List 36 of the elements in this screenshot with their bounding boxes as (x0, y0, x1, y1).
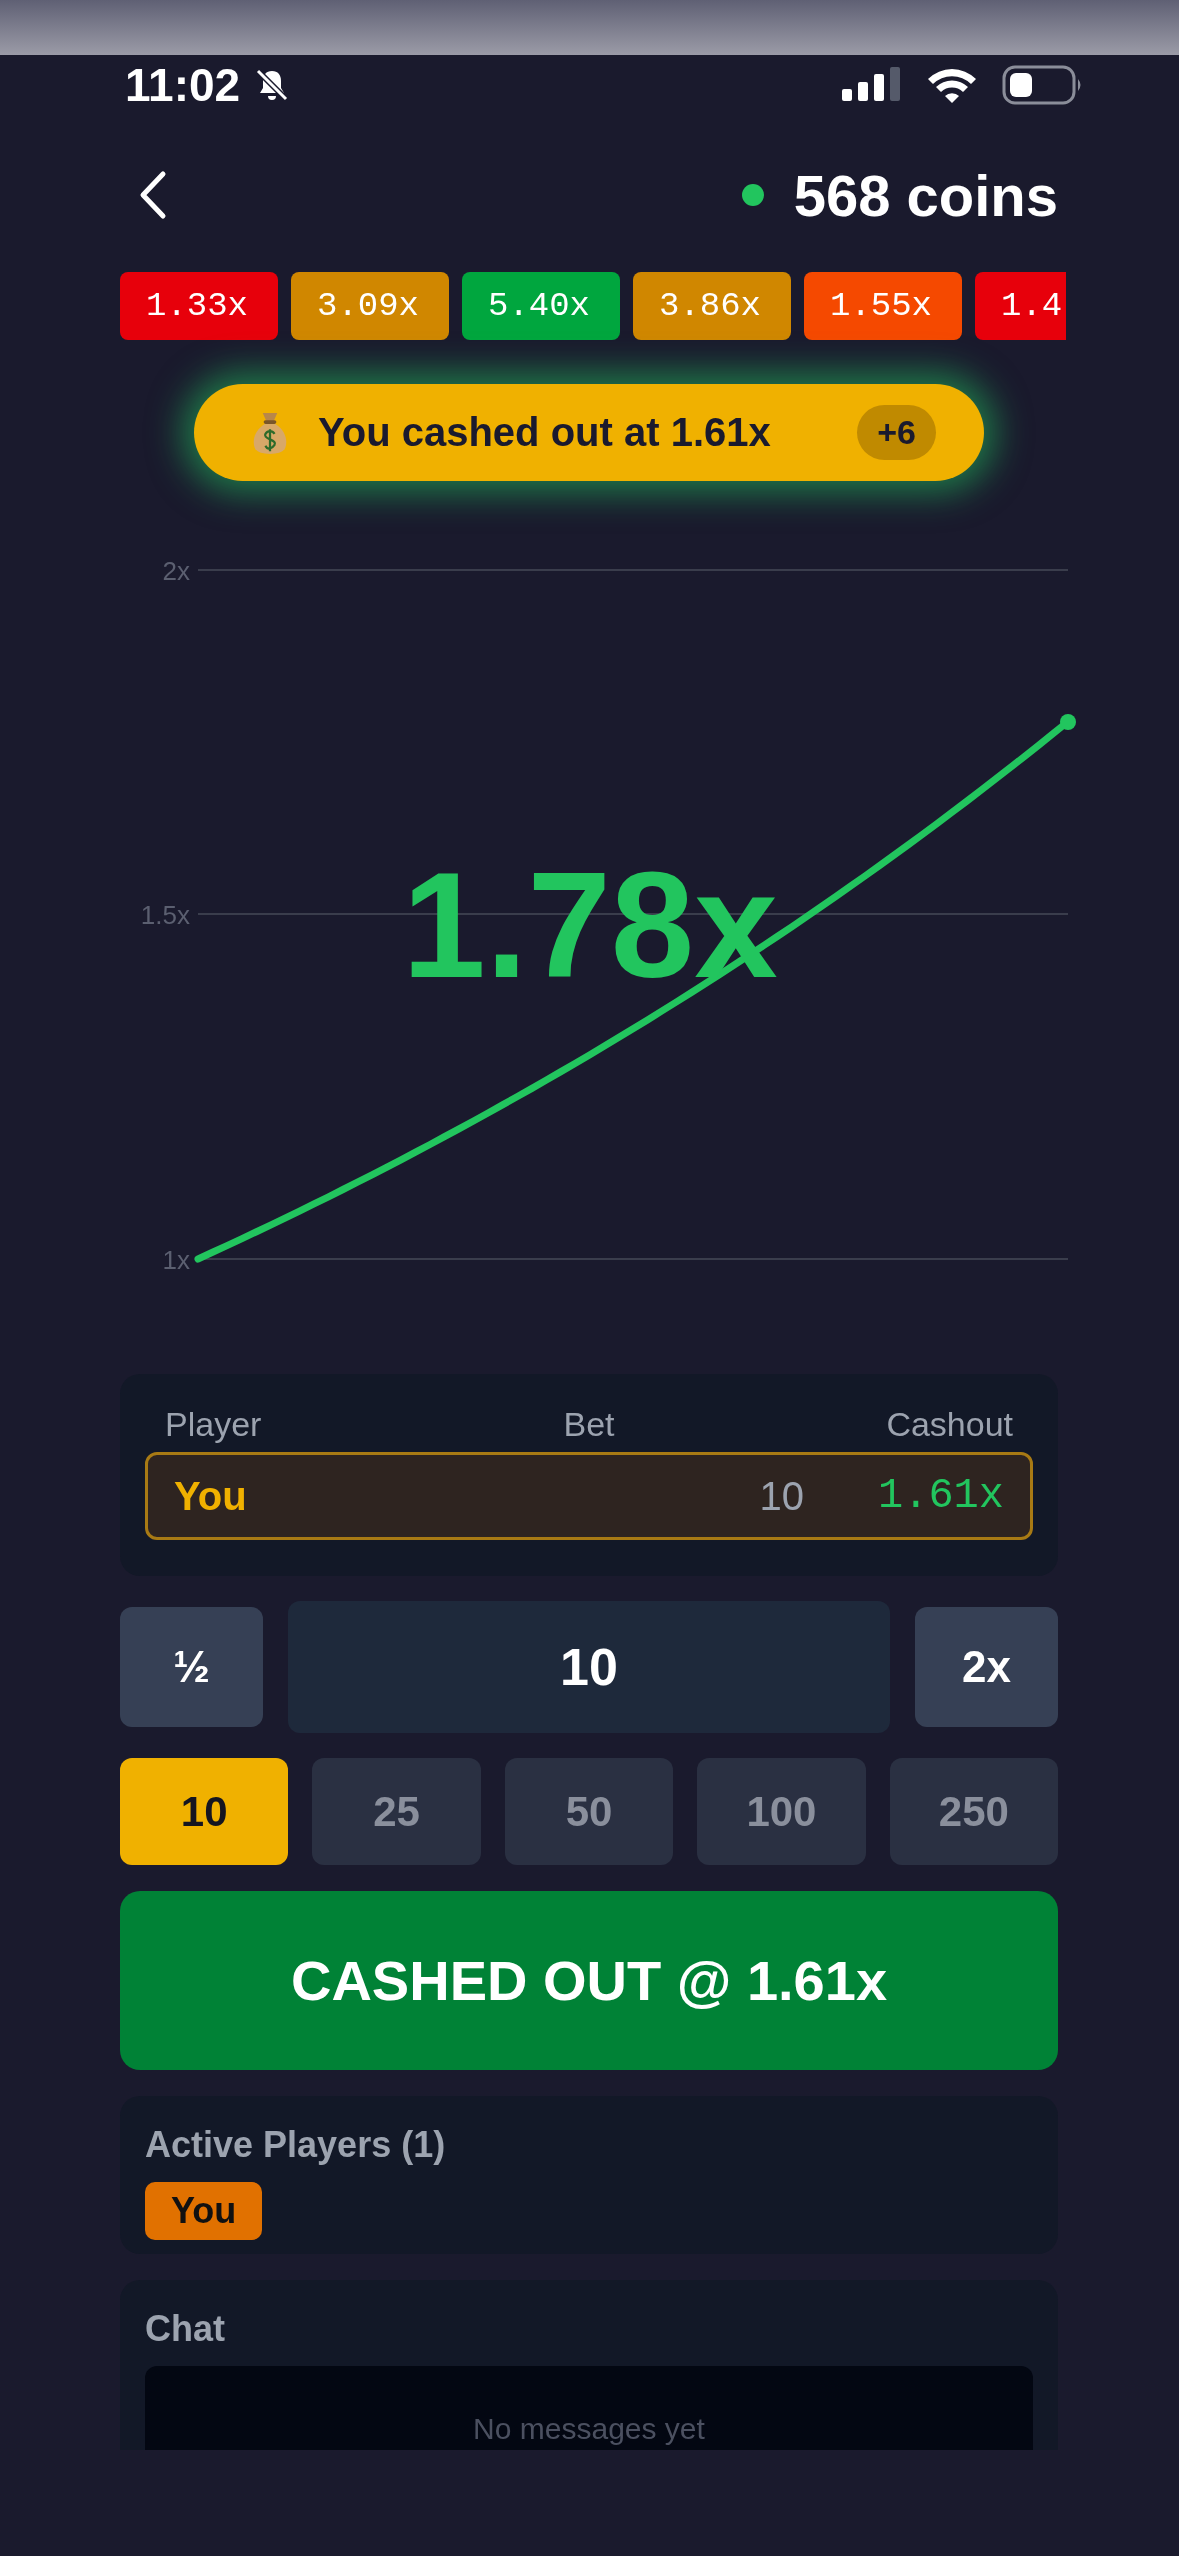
multiplier-chip: 3.09x (291, 272, 449, 340)
chat-title: Chat (145, 2308, 226, 2350)
quick-amount-button[interactable]: 250 (889, 1758, 1059, 1865)
status-time: 11:02 (125, 58, 241, 112)
multiplier-chip: 5.40x (462, 272, 620, 340)
player-name: You (174, 1473, 248, 1519)
column-header: Cashout (885, 1404, 1013, 1444)
empty-chat-message: No messages yet (473, 2412, 705, 2447)
toast-message: You cashed out at 1.61x (318, 410, 772, 455)
column-header: Bet (562, 1404, 616, 1444)
multiplier-chip: 1.55x (804, 272, 962, 340)
multiplier-chip: 1.33x (120, 272, 278, 340)
multiplier-chip: 1.4 (975, 272, 1066, 340)
bonus-badge: +6 (857, 405, 936, 460)
axis-label: 1.5x (140, 900, 190, 930)
quick-amount-button[interactable]: 10 (120, 1758, 289, 1865)
column-header: Player (165, 1404, 263, 1444)
quick-amount-button[interactable]: 50 (504, 1758, 674, 1865)
multiplier-chip: 3.86x (633, 272, 791, 340)
cashed-out-button[interactable]: CASHED OUT @ 1.61x (120, 1891, 1058, 2070)
bet-amount-field[interactable]: 10 (288, 1601, 890, 1733)
signal-icon (842, 67, 902, 103)
double-bet-button[interactable]: 2x (915, 1607, 1058, 1727)
coin-balance: 568 coins (793, 161, 1058, 229)
cashout-multiplier: 1.61x (876, 1472, 1004, 1520)
bet-amount: 10 (758, 1473, 805, 1519)
wifi-icon (926, 66, 978, 104)
quick-amount-button[interactable]: 25 (312, 1758, 481, 1865)
back-icon[interactable] (138, 170, 168, 220)
player-tag: You (145, 2182, 263, 2240)
active-players-title: Active Players (1) (145, 2124, 446, 2166)
quick-amount-button[interactable]: 100 (697, 1758, 866, 1865)
half-bet-button[interactable]: ½ (120, 1607, 263, 1727)
axis-label: 2x (162, 556, 190, 586)
current-multiplier: 1.78x (402, 850, 778, 1000)
axis-label: 1x (162, 1245, 190, 1275)
